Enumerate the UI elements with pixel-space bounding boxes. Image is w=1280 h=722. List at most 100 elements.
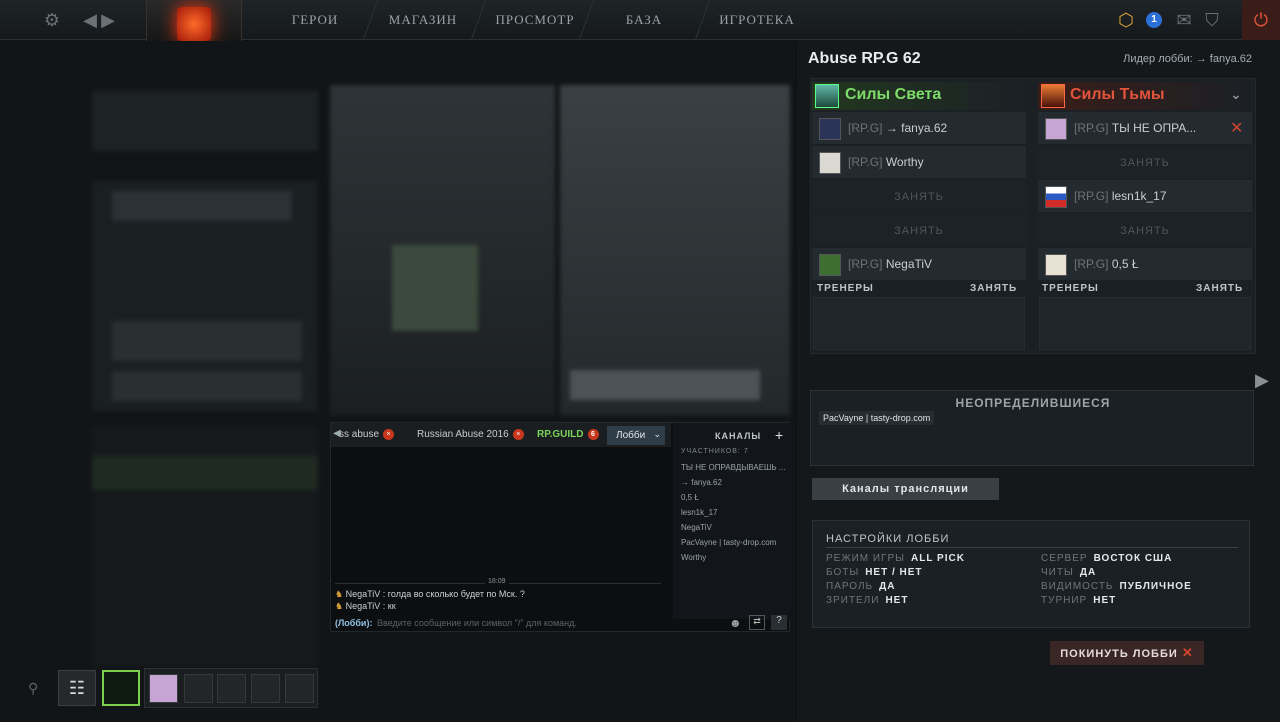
player-nick: lesn1k_17: [1111, 189, 1167, 203]
emoji-icon[interactable]: ☻: [729, 616, 742, 630]
gear-icon[interactable]: ⚙: [40, 8, 64, 32]
radiant-emblem-icon: [815, 84, 839, 108]
dire-coach-slot[interactable]: [1039, 297, 1251, 350]
kick-icon[interactable]: ✕: [1230, 118, 1243, 138]
chat-tab-lobby[interactable]: Лобби ⌄: [607, 426, 665, 445]
radiant-slot[interactable]: [RP.G] → fanya.62: [812, 112, 1026, 144]
dota-logo-icon: [177, 6, 211, 41]
player-nick: Worthy: [885, 155, 924, 169]
setting-visibility: ВИДИМОСТЬ ПУБЛИЧНОЕ: [1041, 581, 1192, 592]
guild-avatar[interactable]: [102, 670, 140, 706]
close-icon[interactable]: ×: [512, 429, 524, 440]
unassigned-player[interactable]: PacVayne | tasty-drop.com: [819, 411, 935, 425]
setting-value: ALL PICK: [911, 553, 965, 564]
dire-empty-slot[interactable]: ЗАНЯТЬ: [1038, 146, 1252, 178]
leave-lobby-button[interactable]: ПОКИНУТЬ ЛОББИ ✕: [1050, 641, 1204, 665]
nav-watch[interactable]: ПРОСМОТР: [494, 0, 576, 40]
member-item[interactable]: ТЫ НЕ ОПРАВДЫВАЕШЬ ...: [681, 463, 787, 472]
featured-card-1: [330, 85, 555, 415]
message-author[interactable]: NegaTiV: [346, 589, 381, 599]
chat-message: ♞ NegaTiV : голда во сколько будет по Мс…: [335, 589, 525, 600]
chat-tab[interactable]: Russian Abuse 2016 ×: [417, 429, 524, 440]
notification-badge[interactable]: 1: [1146, 12, 1162, 28]
empty-party-slot[interactable]: [217, 674, 246, 703]
chat-tab[interactable]: RP.GUILD 6: [537, 429, 599, 440]
message-text: : кк: [382, 601, 396, 611]
empty-party-slot[interactable]: [285, 674, 314, 703]
player-avatar: [819, 254, 841, 276]
empty-party-slot[interactable]: [251, 674, 280, 703]
member-item[interactable]: Worthy: [681, 553, 787, 562]
chat-message: ♞ NegaTiV : кк: [335, 601, 396, 612]
dire-slot[interactable]: [RP.G] 0,5 Ł: [1038, 248, 1252, 280]
chevron-down-icon[interactable]: ⌄: [1230, 86, 1242, 103]
empty-party-slot[interactable]: [184, 674, 213, 703]
setting-value: ДА: [879, 581, 896, 592]
channel-members-panel: КАНАЛЫ + УЧАСТНИКОВ: 7 ТЫ НЕ ОПРАВДЫВАЕШ…: [673, 423, 791, 619]
nav-store[interactable]: МАГАЗИН: [386, 0, 460, 40]
exit-button[interactable]: ⏻: [1242, 0, 1280, 40]
radiant-slot[interactable]: [RP.G] NegaTiV: [812, 248, 1026, 280]
armory-icon[interactable]: ⛉: [1200, 8, 1224, 32]
scroll-right-arrow-icon[interactable]: ▶: [1255, 370, 1269, 391]
member-item[interactable]: PacVayne | tasty-drop.com: [681, 538, 787, 547]
translate-icon[interactable]: ⇄: [749, 615, 765, 630]
player-name[interactable]: [RP.G] Worthy: [848, 155, 924, 169]
member-item[interactable]: 0,5 Ł: [681, 493, 787, 502]
top-bar: ⚙ ◀ ▶ ГЕРОИ МАГАЗИН ПРОСМОТР БАЗА ЗНАНИЙ…: [0, 0, 1280, 67]
setting-bots: БОТЫ НЕТ / НЕТ: [826, 567, 923, 578]
radiant-coach-slot[interactable]: [813, 297, 1025, 350]
chat-tab[interactable]: ss abuse ×: [339, 429, 395, 440]
party-icon[interactable]: ☷: [58, 670, 96, 706]
take-slot-label: ЗАНЯТЬ: [894, 191, 944, 203]
coaches-label: ТРЕНЕРЫ: [1042, 283, 1099, 294]
dire-slot[interactable]: [RP.G] ТЫ НЕ ОПРА... ✕: [1038, 112, 1252, 144]
plus-hex-icon[interactable]: ⬡: [1114, 8, 1138, 32]
chat-tab-label: Russian Abuse 2016: [417, 429, 509, 441]
close-icon: ✕: [1181, 645, 1194, 660]
forward-arrow-icon[interactable]: ▶: [96, 8, 120, 32]
message-author[interactable]: NegaTiV: [346, 601, 381, 611]
setting-label: РЕЖИМ ИГРЫ: [826, 553, 905, 564]
lobby-leader: Лидер лобби: → fanya.62: [1123, 53, 1252, 65]
party-member-avatar[interactable]: [149, 674, 178, 703]
player-nick: ТЫ НЕ ОПРА...: [1111, 121, 1197, 135]
player-name[interactable]: [RP.G] 0,5 Ł: [1074, 257, 1139, 271]
featured-card-2: [560, 85, 790, 415]
messages-icon[interactable]: ✉: [1170, 8, 1198, 32]
setting-value: ПУБЛИЧНОЕ: [1119, 581, 1192, 592]
chevron-down-icon[interactable]: ⌄: [653, 429, 661, 440]
setting-label: ЗРИТЕЛИ: [826, 595, 880, 606]
player-name[interactable]: [RP.G] ТЫ НЕ ОПРА...: [1074, 121, 1196, 135]
chat-input[interactable]: Введите сообщение или символ "/" для ком…: [377, 618, 577, 628]
close-icon[interactable]: ×: [383, 429, 395, 440]
player-name[interactable]: [RP.G] lesn1k_17: [1074, 189, 1167, 203]
coach-take-button[interactable]: ЗАНЯТЬ: [1196, 283, 1243, 297]
nav-arcade[interactable]: ИГРОТЕКА: [718, 0, 796, 40]
nav-learn[interactable]: БАЗА ЗНАНИЙ: [596, 0, 692, 67]
setting-cheats: ЧИТЫ ДА: [1041, 567, 1096, 578]
setting-value: ДА: [1079, 567, 1097, 578]
message-time: 18:09: [485, 578, 509, 585]
radiant-slot[interactable]: [RP.G] Worthy: [812, 146, 1026, 178]
player-name[interactable]: [RP.G] NegaTiV: [848, 257, 932, 271]
broadcast-channels-button[interactable]: Каналы трансляции: [812, 478, 999, 500]
chat-input-row[interactable]: (Лобби): Введите сообщение или символ "/…: [331, 613, 791, 633]
dire-slot[interactable]: [RP.G] lesn1k_17: [1038, 180, 1252, 212]
radiant-empty-slot[interactable]: ЗАНЯТЬ: [812, 180, 1026, 212]
help-icon[interactable]: ?: [771, 615, 787, 630]
coach-take-button[interactable]: ЗАНЯТЬ: [970, 283, 1017, 297]
setting-server: СЕРВЕР ВОСТОК США: [1041, 553, 1172, 564]
member-item[interactable]: → fanya.62: [681, 478, 787, 487]
player-name[interactable]: [RP.G] → fanya.62: [848, 121, 947, 135]
chat-tabs: ◀ ss abuse × Russian Abuse 2016 × RP.GUILD…: [331, 423, 671, 447]
member-item[interactable]: lesn1k_17: [681, 508, 787, 517]
nav-heroes[interactable]: ГЕРОИ: [284, 0, 346, 40]
add-channel-icon[interactable]: +: [775, 427, 783, 443]
settings-title: НАСТРОЙКИ ЛОББИ: [826, 533, 950, 545]
nav-divider: [694, 0, 711, 40]
dire-empty-slot[interactable]: ЗАНЯТЬ: [1038, 214, 1252, 246]
radiant-empty-slot[interactable]: ЗАНЯТЬ: [812, 214, 1026, 246]
member-item[interactable]: NegaTiV: [681, 523, 787, 532]
guild-tag: [RP.G]: [1074, 189, 1109, 203]
